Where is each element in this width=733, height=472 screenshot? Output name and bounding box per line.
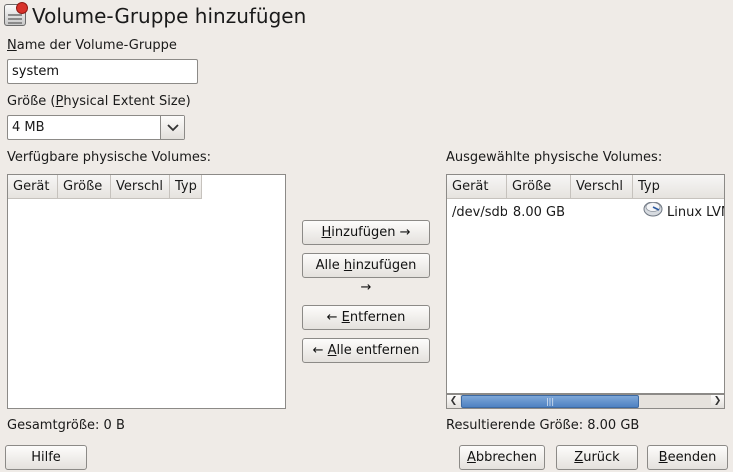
cell-locked <box>571 202 633 224</box>
vg-name-input[interactable] <box>7 59 198 84</box>
chevron-down-icon[interactable] <box>160 116 184 139</box>
scroll-right-icon[interactable]: ❯ <box>711 395 724 408</box>
column-locked[interactable]: Verschl <box>571 175 633 199</box>
column-device[interactable]: Gerät <box>8 175 58 199</box>
column-locked[interactable]: Verschl <box>111 175 170 199</box>
finish-button[interactable]: Beenden <box>647 445 728 470</box>
column-size[interactable]: Größe <box>58 175 111 199</box>
table-row[interactable]: /dev/sdb 8.00 GB Linux LVM <box>447 202 724 224</box>
disk-icon <box>643 202 663 224</box>
type-label: Linux LVM <box>667 205 724 220</box>
add-all-button[interactable]: Alle hinzufügen → <box>302 253 430 295</box>
table-header: Gerät Größe Verschl Typ <box>447 175 724 199</box>
remove-button[interactable]: ← Entfernen <box>302 305 430 330</box>
column-size[interactable]: Größe <box>507 175 571 199</box>
extent-size-select[interactable]: 4 MB <box>7 115 185 140</box>
back-button[interactable]: Zurück <box>556 445 638 470</box>
available-pvs-table[interactable]: Gerät Größe Verschl Typ <box>7 174 286 409</box>
column-type[interactable]: Typ <box>170 175 202 199</box>
add-button[interactable]: Hinzufügen → <box>302 220 430 245</box>
volume-group-icon <box>4 2 28 26</box>
cell-device: /dev/sdb <box>452 205 507 220</box>
table-header: Gerät Größe Verschl Typ <box>8 175 202 199</box>
cell-type: Linux LVM <box>633 202 724 224</box>
extent-size-value: 4 MB <box>12 120 45 135</box>
total-size-label: Gesamtgröße: 0 B <box>7 418 125 433</box>
resulting-size-label: Resultierende Größe: 8.00 GB <box>446 418 640 433</box>
selected-pvs-table[interactable]: Gerät Größe Verschl Typ /dev/sdb 8.00 GB… <box>446 174 725 394</box>
page-title: Volume-Gruppe hinzufügen <box>32 4 307 28</box>
scroll-left-icon[interactable]: ❮ <box>447 395 460 408</box>
cancel-button[interactable]: Abbrechen <box>459 445 545 470</box>
scrollbar-thumb[interactable]: ||| <box>461 395 639 408</box>
vg-name-label: Name der Volume-Gruppe <box>7 38 177 53</box>
selected-pvs-label: Ausgewählte physische Volumes: <box>446 150 663 165</box>
column-device[interactable]: Gerät <box>447 175 507 199</box>
help-button[interactable]: Hilfe <box>5 445 87 470</box>
available-pvs-label: Verfügbare physische Volumes: <box>7 150 212 165</box>
cell-size: 8.00 GB <box>512 205 565 220</box>
remove-all-button[interactable]: ← Alle entfernen <box>302 338 430 363</box>
column-type[interactable]: Typ <box>633 175 724 199</box>
extent-size-label: Größe (Physical Extent Size) <box>7 94 191 109</box>
horizontal-scrollbar[interactable]: ❮ ||| ❯ <box>446 394 725 409</box>
